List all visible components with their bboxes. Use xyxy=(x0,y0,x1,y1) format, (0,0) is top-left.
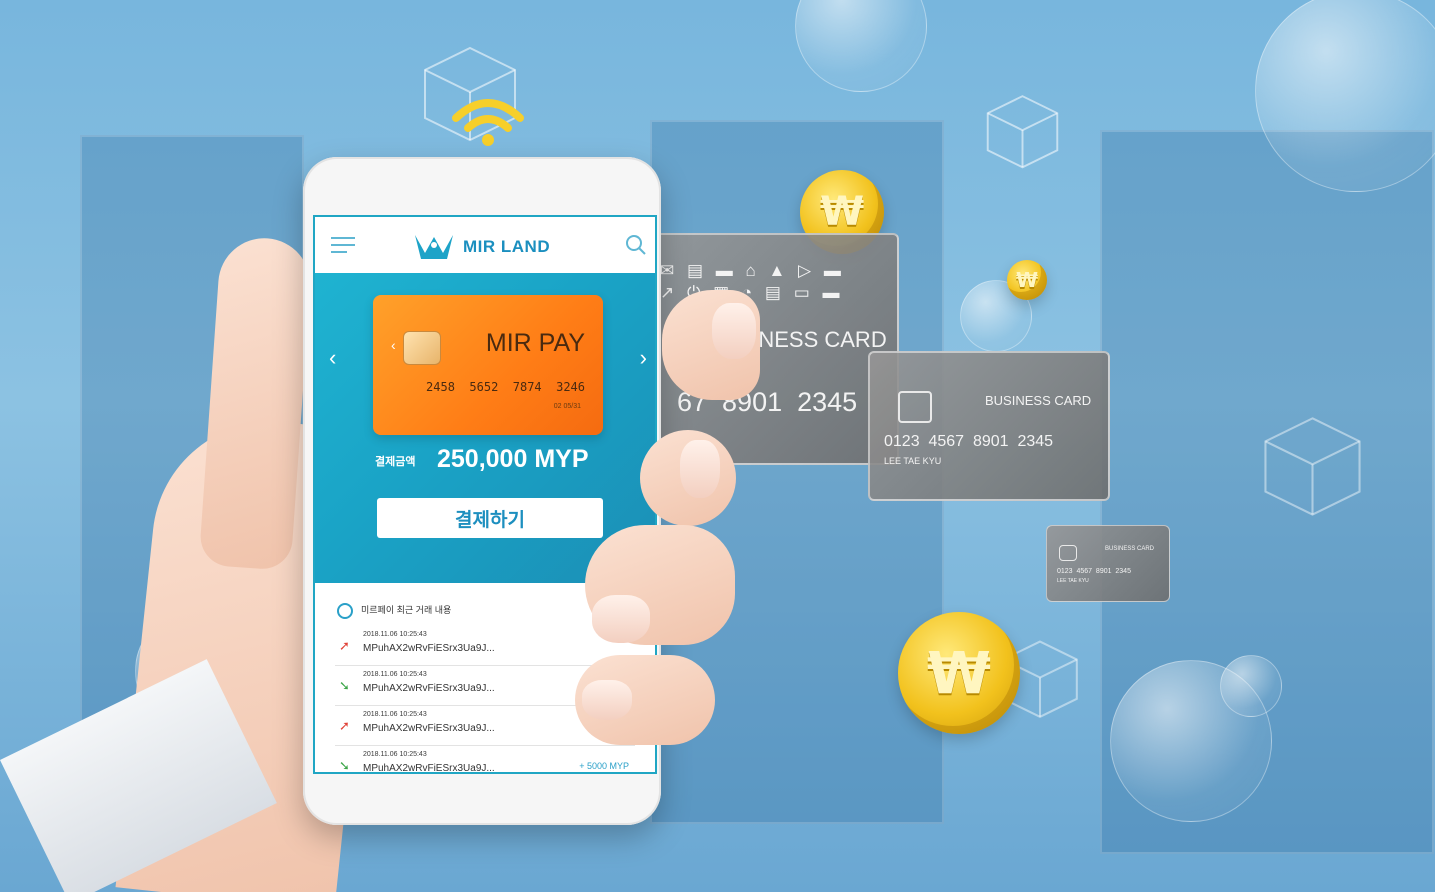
prev-card-chevron-icon[interactable]: ‹ xyxy=(329,345,336,371)
receive-arrow-icon: ➘ xyxy=(339,678,350,693)
bubble-decoration xyxy=(795,0,927,92)
amount-value: 250,000 MYP xyxy=(437,445,589,473)
transaction-hash: MPuhAX2wRvFiESrx3Ua9J... xyxy=(363,763,495,774)
card-label: BUSINESS CARD xyxy=(1105,546,1155,552)
card-chip-icon xyxy=(1059,545,1077,561)
hero-illustration: ₩ ₩ ₩ ✉ ▤ ▬ ⌂ ▲ ▷ ▬ ↗ ⏻ ▦ ◔ ▤ ▭ ▬ BUSINES… xyxy=(0,0,1435,892)
card-label: BUSINESS CARD xyxy=(985,393,1092,408)
gold-coin-icon: ₩ xyxy=(1007,260,1047,300)
business-card-medium: BUSINESS CARD 0123 4567 8901 2345 LEE TA… xyxy=(868,351,1110,501)
card-holder: LEE TAE KYU xyxy=(884,456,942,466)
receive-arrow-icon: ➘ xyxy=(339,758,350,773)
brand-name[interactable]: MIR LAND xyxy=(463,237,550,257)
card-chip-icon xyxy=(898,391,932,423)
transaction-row[interactable]: ➚ 2018.11.06 10:25:43 MPuhAX2wRvFiESrx3U… xyxy=(335,627,635,666)
card-chevron-icon: ‹ xyxy=(391,337,396,353)
fingernail xyxy=(582,680,632,720)
send-arrow-icon: ➚ xyxy=(339,718,350,733)
pay-button[interactable]: 결제하기 xyxy=(377,498,603,538)
transactions-title: 미르페이 최근 거래 내용 xyxy=(361,605,452,615)
cube-outline-icon xyxy=(986,95,1059,169)
send-arrow-icon: ➚ xyxy=(339,638,350,653)
hamburger-menu-icon[interactable] xyxy=(331,237,355,253)
minus-circle-icon xyxy=(337,603,353,619)
mir-pay-card[interactable]: ‹ MIR PAY 2458 5652 7874 3246 02 05/31 xyxy=(373,295,603,435)
transaction-date: 2018.11.06 10:25:43 xyxy=(363,711,427,718)
transaction-date: 2018.11.06 10:25:43 xyxy=(363,631,427,638)
cube-outline-icon xyxy=(1264,417,1361,516)
transaction-hash: MPuhAX2wRvFiESrx3Ua9J... xyxy=(363,683,495,694)
search-icon[interactable] xyxy=(625,234,647,256)
fingernail xyxy=(712,303,756,359)
app-header: MIR LAND xyxy=(315,217,655,274)
transaction-hash: MPuhAX2wRvFiESrx3Ua9J... xyxy=(363,643,495,654)
card-number: 0123 4567 8901 2345 xyxy=(884,433,1054,450)
transaction-hash: MPuhAX2wRvFiESrx3Ua9J... xyxy=(363,723,495,734)
card-expiry: 02 05/31 xyxy=(553,403,581,410)
business-card-small: BUSINESS CARD 0123 4567 8901 2345 LEE TA… xyxy=(1046,525,1170,602)
card-chip-icon xyxy=(403,331,441,365)
transaction-date: 2018.11.06 10:25:43 xyxy=(363,671,427,678)
transaction-amount: + 5000 MYP xyxy=(579,761,629,771)
card-title: MIR PAY xyxy=(485,329,585,357)
transaction-row[interactable]: ➘ 2018.11.06 10:25:43 MPuhAX2wRvFiESrx3U… xyxy=(335,747,635,774)
fingernail xyxy=(680,440,720,498)
next-card-chevron-icon[interactable]: › xyxy=(640,345,647,371)
mirland-logo-icon xyxy=(415,235,453,259)
payment-panel: ‹ › ‹ MIR PAY 2458 5652 7874 3246 02 05/… xyxy=(315,273,655,583)
transaction-date: 2018.11.06 10:25:43 xyxy=(363,751,427,758)
amount-label: 결제금액 xyxy=(375,456,416,468)
gold-coin-icon: ₩ xyxy=(898,612,1020,734)
card-number: 2458 5652 7874 3246 xyxy=(426,380,585,394)
bubble-decoration xyxy=(1220,655,1282,717)
fingernail xyxy=(592,595,650,643)
card-holder: LEE TAE KYU xyxy=(1057,578,1089,584)
wireless-signal-icon xyxy=(452,99,524,146)
card-number: 0123 4567 8901 2345 xyxy=(1057,568,1131,575)
